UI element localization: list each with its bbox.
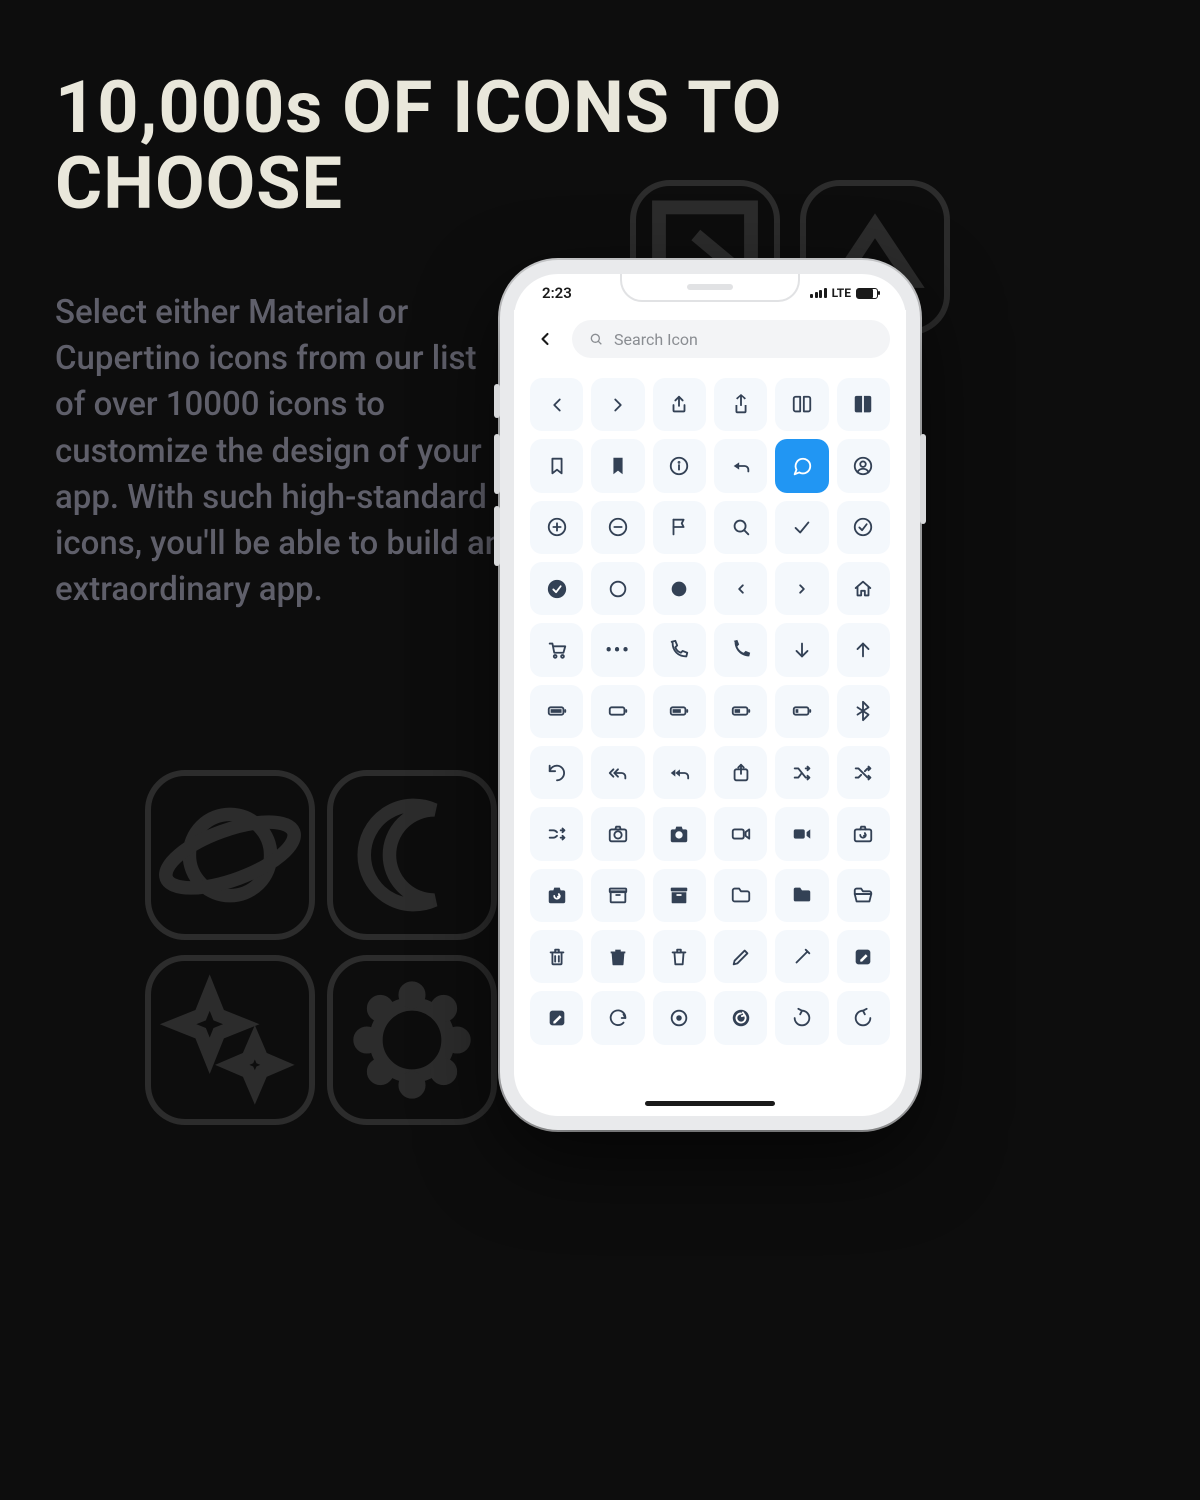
trash-icon[interactable] bbox=[530, 930, 583, 983]
rotate-ccw-icon[interactable] bbox=[837, 991, 890, 1044]
undo-icon[interactable] bbox=[530, 746, 583, 799]
check-icon[interactable] bbox=[775, 501, 828, 554]
plus-circle-icon[interactable] bbox=[530, 501, 583, 554]
bg-tile-moon-icon bbox=[327, 770, 497, 940]
share-up-fill-icon[interactable] bbox=[714, 378, 767, 431]
chevron-right-small-icon[interactable] bbox=[775, 562, 828, 615]
cart-icon[interactable] bbox=[530, 623, 583, 676]
minus-circle-icon[interactable] bbox=[591, 501, 644, 554]
book-fill-icon[interactable] bbox=[837, 378, 890, 431]
battery-75-icon[interactable] bbox=[653, 685, 706, 738]
reply-all-icon[interactable] bbox=[591, 746, 644, 799]
pencil-icon[interactable] bbox=[714, 930, 767, 983]
book-open-icon[interactable] bbox=[775, 378, 828, 431]
archive-fill-icon[interactable] bbox=[653, 869, 706, 922]
reply-all-fill-icon[interactable] bbox=[653, 746, 706, 799]
check-circle-fill-icon[interactable] bbox=[530, 562, 583, 615]
target-icon[interactable] bbox=[653, 991, 706, 1044]
chevron-right-icon[interactable] bbox=[591, 378, 644, 431]
bg-tile-gear-icon bbox=[327, 955, 497, 1125]
search-placeholder: Search Icon bbox=[614, 330, 698, 349]
video-icon[interactable] bbox=[714, 807, 767, 860]
edit-square-fill-icon[interactable] bbox=[530, 991, 583, 1044]
home-indicator bbox=[645, 1101, 775, 1106]
ellipsis-icon[interactable]: ••• bbox=[591, 623, 644, 676]
camera-icon[interactable] bbox=[591, 807, 644, 860]
reply-icon[interactable] bbox=[714, 439, 767, 492]
phone-mockup: 2:23 LTE Search Icon ••• bbox=[500, 260, 920, 1130]
phone-notch bbox=[620, 274, 800, 302]
refresh-ccw-fill-icon[interactable] bbox=[714, 991, 767, 1044]
camera-rotate-fill-icon[interactable] bbox=[530, 869, 583, 922]
status-time: 2:23 bbox=[542, 284, 572, 302]
search-icon[interactable] bbox=[714, 501, 767, 554]
info-circle-icon[interactable] bbox=[653, 439, 706, 492]
folder-open-icon[interactable] bbox=[837, 869, 890, 922]
pencil-alt-icon[interactable] bbox=[775, 930, 828, 983]
camera-fill-icon[interactable] bbox=[653, 807, 706, 860]
battery-full-icon[interactable] bbox=[530, 685, 583, 738]
chat-bubble-icon[interactable] bbox=[775, 439, 828, 492]
camera-rotate-icon[interactable] bbox=[837, 807, 890, 860]
trash-fill-icon[interactable] bbox=[591, 930, 644, 983]
battery-icon bbox=[856, 288, 878, 299]
shuffle-icon[interactable] bbox=[775, 746, 828, 799]
trash-alt-icon[interactable] bbox=[653, 930, 706, 983]
bg-tile-sparkles-icon bbox=[145, 955, 315, 1125]
user-circle-icon[interactable] bbox=[837, 439, 890, 492]
circle-icon[interactable] bbox=[591, 562, 644, 615]
circle-fill-icon[interactable] bbox=[653, 562, 706, 615]
battery-25-icon[interactable] bbox=[775, 685, 828, 738]
home-icon[interactable] bbox=[837, 562, 890, 615]
back-button[interactable] bbox=[530, 324, 560, 354]
share-box-icon[interactable] bbox=[714, 746, 767, 799]
search-input[interactable]: Search Icon bbox=[572, 320, 890, 358]
folder-icon[interactable] bbox=[714, 869, 767, 922]
bg-tile-planet-icon bbox=[145, 770, 315, 940]
battery-empty-icon[interactable] bbox=[591, 685, 644, 738]
archive-icon[interactable] bbox=[591, 869, 644, 922]
video-fill-icon[interactable] bbox=[775, 807, 828, 860]
page-body-copy: Select either Material or Cupertino icon… bbox=[55, 290, 515, 613]
arrow-down-icon[interactable] bbox=[775, 623, 828, 676]
arrow-up-icon[interactable] bbox=[837, 623, 890, 676]
bookmark-icon[interactable] bbox=[530, 439, 583, 492]
battery-50-icon[interactable] bbox=[714, 685, 767, 738]
rotate-cw-icon[interactable] bbox=[775, 991, 828, 1044]
phone-icon[interactable] bbox=[653, 623, 706, 676]
signal-icon bbox=[810, 288, 827, 298]
folder-fill-icon[interactable] bbox=[775, 869, 828, 922]
chevron-left-small-icon[interactable] bbox=[714, 562, 767, 615]
refresh-cw-icon[interactable] bbox=[591, 991, 644, 1044]
icon-grid: ••• bbox=[514, 372, 906, 1085]
flag-icon[interactable] bbox=[653, 501, 706, 554]
status-network: LTE bbox=[832, 286, 851, 300]
edit-square-icon[interactable] bbox=[837, 930, 890, 983]
shuffle-alt-icon[interactable] bbox=[837, 746, 890, 799]
bookmark-fill-icon[interactable] bbox=[591, 439, 644, 492]
check-circle-icon[interactable] bbox=[837, 501, 890, 554]
bluetooth-icon[interactable] bbox=[837, 685, 890, 738]
phone-fill-icon[interactable] bbox=[714, 623, 767, 676]
chevron-left-icon[interactable] bbox=[530, 378, 583, 431]
share-up-icon[interactable] bbox=[653, 378, 706, 431]
shuffle-2-icon[interactable] bbox=[530, 807, 583, 860]
